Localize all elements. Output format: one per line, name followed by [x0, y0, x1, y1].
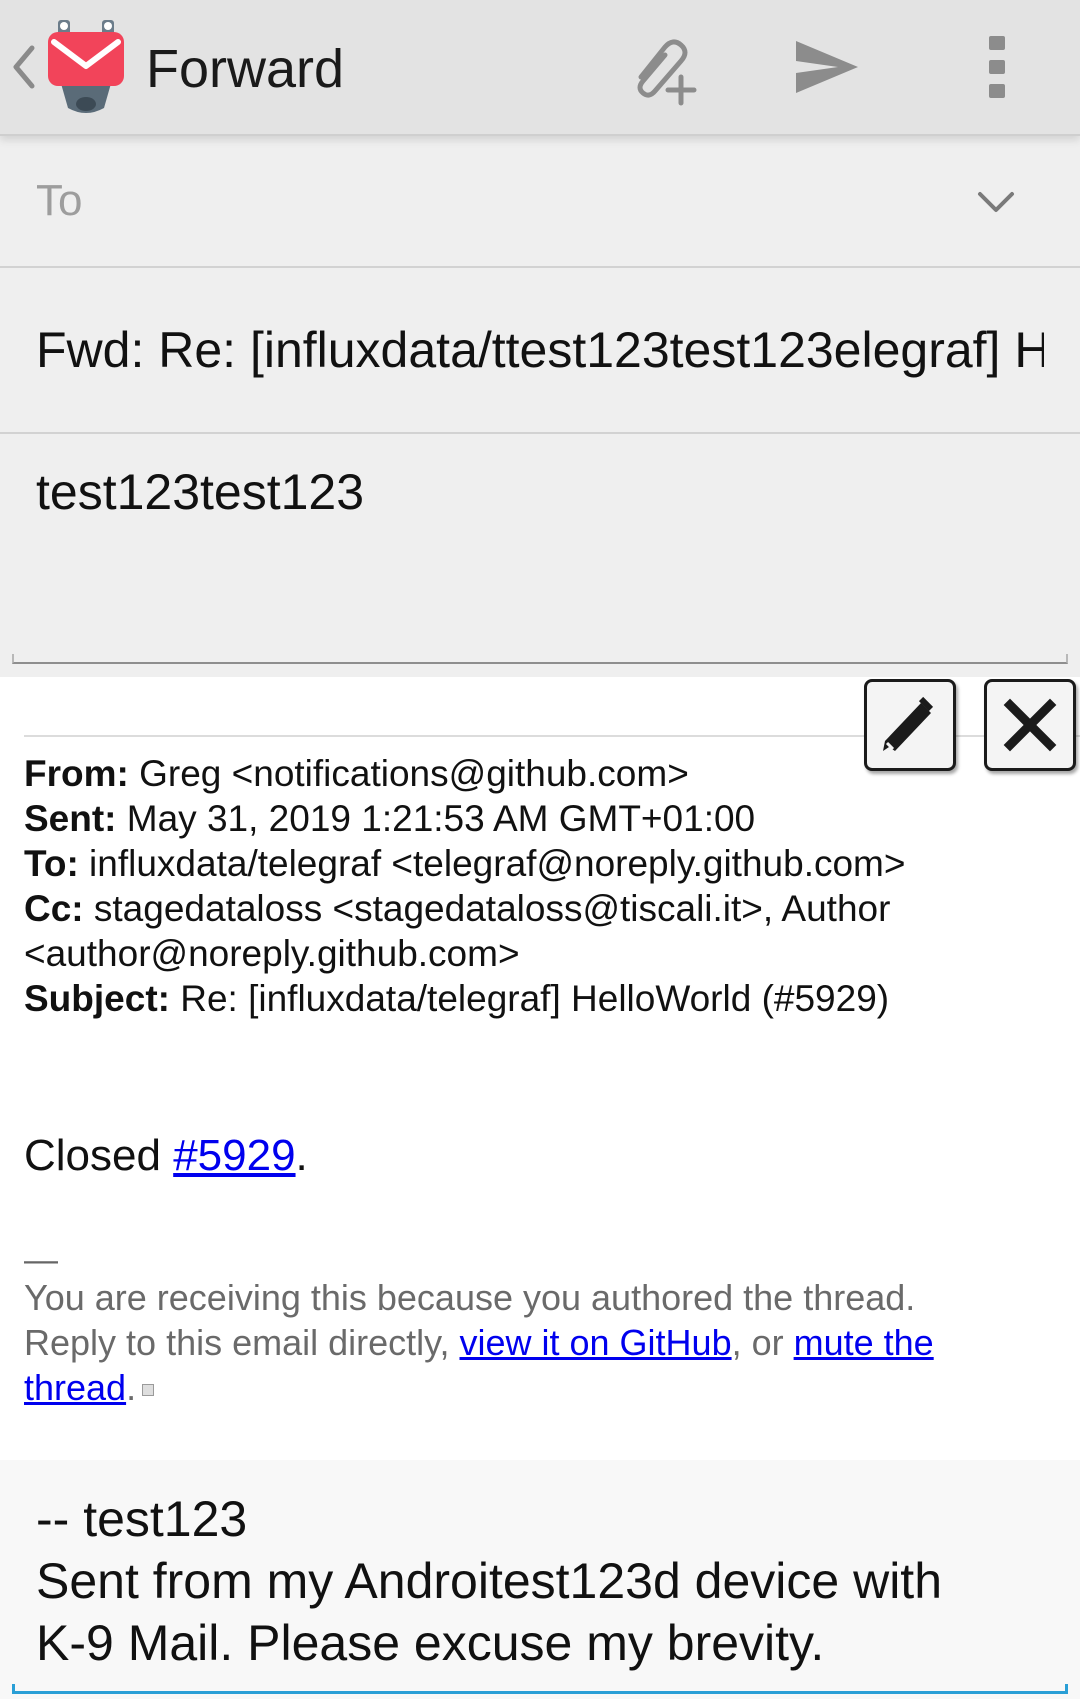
send-button[interactable]: [782, 22, 872, 112]
overflow-menu-button[interactable]: [952, 22, 1042, 112]
tracking-pixel-icon: [142, 1384, 155, 1397]
from-label: From:: [24, 753, 129, 794]
k9-mail-logo-icon[interactable]: [44, 18, 128, 118]
compose-screen: Forward To Fwd: Re: [influxdata/ttest123…: [0, 0, 1080, 1699]
action-bar: Forward: [0, 0, 1080, 136]
chevron-down-icon: [978, 192, 1014, 212]
cc-value: stagedataloss <stagedataloss@tiscali.it>…: [83, 888, 891, 929]
closed-suffix: .: [295, 1131, 308, 1180]
signature-line-2: Sent from my Androitest123d device with: [36, 1553, 943, 1609]
mute-thread-link[interactable]: mute the: [794, 1322, 934, 1363]
subject-label: Subject:: [24, 978, 170, 1019]
to-field[interactable]: [36, 168, 936, 234]
subject-value: Re: [influxdata/telegraf] HelloWorld (#5…: [169, 978, 890, 1019]
signature-line-1: -- test123: [36, 1491, 248, 1547]
signature-field[interactable]: -- test123 Sent from my Androitest123d d…: [36, 1488, 1066, 1674]
signature-section: -- test123 Sent from my Androitest123d d…: [0, 1460, 1080, 1699]
expand-recipients-button[interactable]: [968, 174, 1024, 230]
quoted-subject: Subject: Re: [influxdata/telegraf] Hello…: [24, 976, 1054, 1021]
send-icon: [796, 41, 858, 93]
quoted-to: To: influxdata/telegraf <telegraf@norepl…: [24, 841, 1054, 886]
to-label: To:: [24, 843, 79, 884]
github-notice: You are receiving this because you autho…: [24, 1275, 1064, 1410]
quoted-from: From: Greg <notifications@github.com>: [24, 751, 1054, 796]
compose-form: Fwd: Re: [influxdata/ttest123test123eleg…: [0, 134, 1080, 677]
notice-line-1: You are receiving this because you autho…: [24, 1277, 916, 1318]
quoted-cc-continued: <author@noreply.github.com>: [24, 931, 1054, 976]
body-field-underline: [12, 654, 1068, 664]
screen-title: Forward: [146, 39, 345, 99]
to-row: [0, 134, 1080, 268]
cc-value-continued: <author@noreply.github.com>: [24, 933, 520, 974]
attach-file-icon: [637, 39, 697, 106]
quoted-message: From: Greg <notifications@github.com> Se…: [0, 677, 1080, 1467]
notice-line-3: thread.: [24, 1365, 1064, 1410]
from-value: Greg <notifications@github.com>: [128, 753, 689, 794]
subject-row: Fwd: Re: [influxdata/ttest123test123eleg…: [0, 268, 1080, 434]
sent-label: Sent:: [24, 798, 117, 839]
chevron-left-icon[interactable]: [10, 42, 38, 92]
quoted-sent: Sent: May 31, 2019 1:21:53 AM GMT+01:00: [24, 796, 1054, 841]
overflow-menu-icon: [989, 36, 1005, 98]
view-on-github-link[interactable]: view it on GitHub: [459, 1322, 731, 1363]
mute-thread-link-continued[interactable]: thread: [24, 1367, 126, 1408]
to-value: influxdata/telegraf <telegraf@noreply.gi…: [78, 843, 906, 884]
notice-line-2: Reply to this email directly, view it on…: [24, 1320, 1064, 1365]
signature-field-underline: [12, 1684, 1068, 1694]
message-body-field[interactable]: test123test123: [36, 462, 364, 522]
issue-link[interactable]: #5929: [173, 1131, 295, 1180]
quoted-cc: Cc: stagedataloss <stagedataloss@tiscali…: [24, 886, 1054, 931]
sent-value: May 31, 2019 1:21:53 AM GMT+01:00: [116, 798, 756, 839]
closed-message: Closed #5929.: [24, 1129, 308, 1183]
cc-label: Cc:: [24, 888, 84, 929]
subject-field[interactable]: Fwd: Re: [influxdata/ttest123test123eleg…: [36, 320, 1044, 380]
close-icon: [1003, 698, 1057, 752]
signature-line-3: K-9 Mail. Please excuse my brevity.: [36, 1615, 825, 1671]
notice-mid: , or: [731, 1322, 794, 1363]
closed-prefix: Closed: [24, 1131, 174, 1180]
pencil-icon: [883, 696, 934, 751]
notice-prefix: Reply to this email directly,: [24, 1322, 460, 1363]
notice-suffix: .: [126, 1367, 137, 1408]
quoted-header: From: Greg <notifications@github.com> Se…: [24, 751, 1054, 1021]
attach-button[interactable]: [614, 22, 704, 112]
